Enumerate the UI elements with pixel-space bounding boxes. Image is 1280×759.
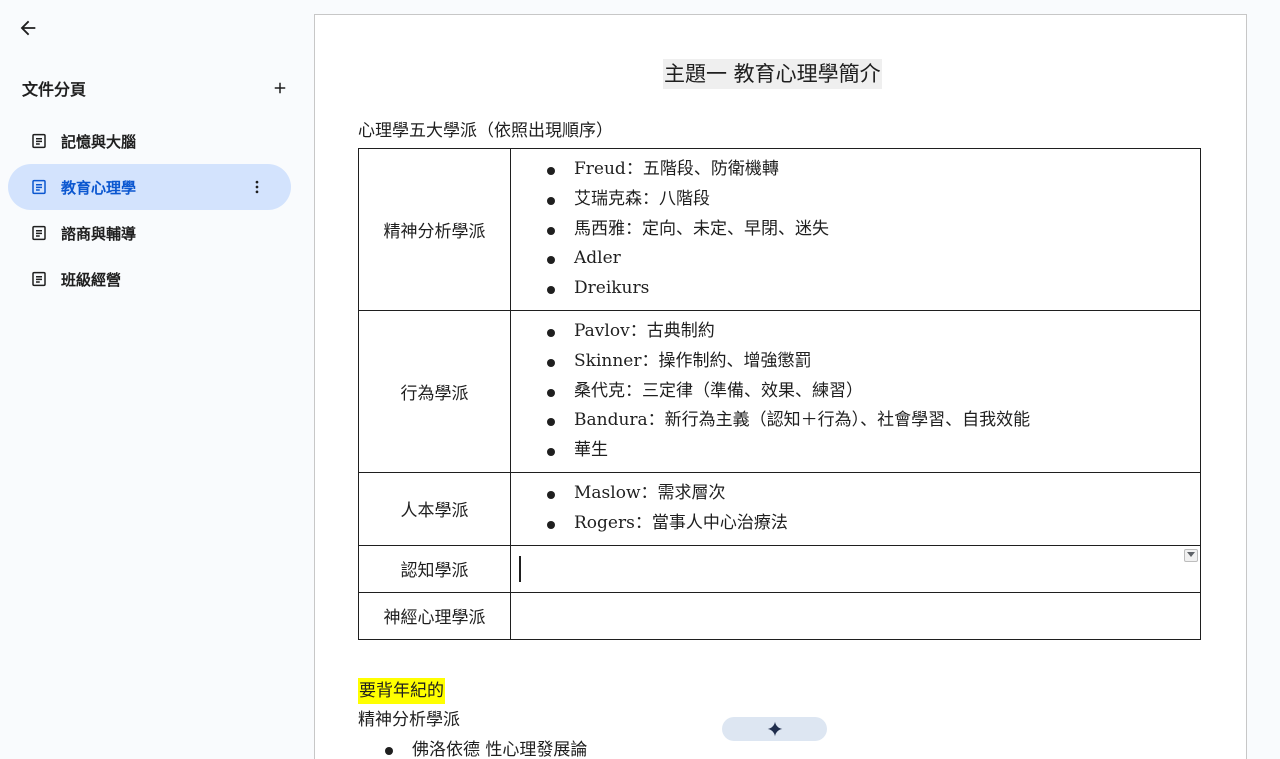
list-item: 佛洛依德 性心理發展論 bbox=[385, 737, 587, 759]
bottom-list: 佛洛依德 性心理發展論 bbox=[385, 737, 587, 759]
table-row: 神經心理學派 bbox=[358, 591, 1201, 640]
table-row: 認知學派 bbox=[358, 544, 1201, 593]
list-item: Adler bbox=[547, 244, 1200, 274]
document-page[interactable]: 主題一 教育心理學簡介 心理學五大學派（依照出現順序） 精神分析學派 Freud… bbox=[314, 14, 1247, 759]
text-cursor bbox=[519, 555, 521, 582]
tab-item-educational-psychology[interactable]: 教育心理學 bbox=[8, 164, 291, 210]
tab-item-label: 記憶與大腦 bbox=[61, 132, 137, 151]
list-item: 馬西雅：定向、未定、早閉、迷失 bbox=[547, 215, 1200, 245]
triangle-down-icon bbox=[1187, 552, 1195, 558]
schools-table: 精神分析學派 Freud：五階段、防衛機轉 艾瑞克森：八階段 馬西雅：定向、未定… bbox=[358, 148, 1201, 640]
table-row: 精神分析學派 Freud：五階段、防衛機轉 艾瑞克森：八階段 馬西雅：定向、未定… bbox=[358, 148, 1201, 311]
school-name-cell[interactable]: 行為學派 bbox=[358, 309, 511, 473]
list-item: Maslow：需求層次 bbox=[547, 479, 1200, 509]
school-content-cell-active[interactable] bbox=[510, 544, 1201, 593]
list-item: Freud：五階段、防衛機轉 bbox=[547, 155, 1200, 185]
tab-item-classroom-management[interactable]: 班級經營 bbox=[8, 256, 291, 302]
more-vertical-icon bbox=[255, 180, 259, 194]
list-item: Pavlov：古典制約 bbox=[547, 317, 1200, 347]
school-content-cell[interactable]: Freud：五階段、防衛機轉 艾瑞克森：八階段 馬西雅：定向、未定、早閉、迷失 … bbox=[510, 148, 1201, 311]
document-icon bbox=[32, 133, 46, 149]
school-content-cell[interactable]: Maslow：需求層次 Rogers：當事人中心治療法 bbox=[510, 471, 1201, 546]
tab-options-button[interactable] bbox=[245, 175, 269, 199]
tab-item-label: 班級經營 bbox=[61, 270, 122, 289]
list-item: 華生 bbox=[547, 436, 1200, 466]
gemini-assist-button[interactable] bbox=[722, 717, 827, 741]
school-content-cell[interactable] bbox=[510, 591, 1201, 640]
add-tab-button[interactable] bbox=[268, 76, 292, 100]
document-title: 主題一 教育心理學簡介 bbox=[663, 59, 882, 89]
tab-item-label: 教育心理學 bbox=[61, 178, 137, 197]
table-row: 人本學派 Maslow：需求層次 Rogers：當事人中心治療法 bbox=[358, 471, 1201, 546]
document-icon bbox=[32, 271, 46, 287]
list-item: Rogers：當事人中心治療法 bbox=[547, 509, 1200, 539]
list-item: Skinner：操作制約、增強懲罰 bbox=[547, 347, 1200, 377]
school-name-cell[interactable]: 認知學派 bbox=[358, 544, 511, 593]
highlighted-note: 要背年紀的 bbox=[358, 678, 445, 704]
list-item: 艾瑞克森：八階段 bbox=[547, 185, 1200, 215]
table-row: 行為學派 Pavlov：古典制約 Skinner：操作制約、增強懲罰 桑代克：三… bbox=[358, 309, 1201, 473]
document-tabs-header: 文件分頁 bbox=[22, 76, 286, 100]
document-icon bbox=[32, 225, 46, 241]
school-name-cell[interactable]: 精神分析學派 bbox=[358, 148, 511, 311]
tab-item-counseling[interactable]: 諮商與輔導 bbox=[8, 210, 291, 256]
list-item: Bandura：新行為主義（認知＋行為）、社會學習、自我效能 bbox=[547, 406, 1200, 436]
tab-item-memory-brain[interactable]: 記憶與大腦 bbox=[8, 118, 291, 164]
sparkle-icon bbox=[767, 721, 782, 737]
tab-item-label: 諮商與輔導 bbox=[61, 224, 137, 243]
document-tabs-title: 文件分頁 bbox=[22, 80, 87, 99]
subheading: 精神分析學派 bbox=[358, 710, 460, 730]
arrow-left-icon bbox=[20, 20, 36, 36]
cell-menu-button[interactable] bbox=[1184, 548, 1198, 562]
list-item: 桑代克：三定律（準備、效果、練習） bbox=[547, 377, 1200, 407]
back-button[interactable] bbox=[14, 14, 42, 42]
list-item: Dreikurs bbox=[547, 274, 1200, 304]
plus-icon bbox=[274, 82, 286, 94]
document-tab-list: 記憶與大腦 教育心理學 諮商與輔導 班級經營 bbox=[8, 118, 291, 302]
school-name-cell[interactable]: 神經心理學派 bbox=[358, 591, 511, 640]
section-heading: 心理學五大學派（依照出現順序） bbox=[358, 121, 613, 141]
document-icon bbox=[32, 179, 46, 195]
school-name-cell[interactable]: 人本學派 bbox=[358, 471, 511, 546]
school-content-cell[interactable]: Pavlov：古典制約 Skinner：操作制約、增強懲罰 桑代克：三定律（準備… bbox=[510, 309, 1201, 473]
